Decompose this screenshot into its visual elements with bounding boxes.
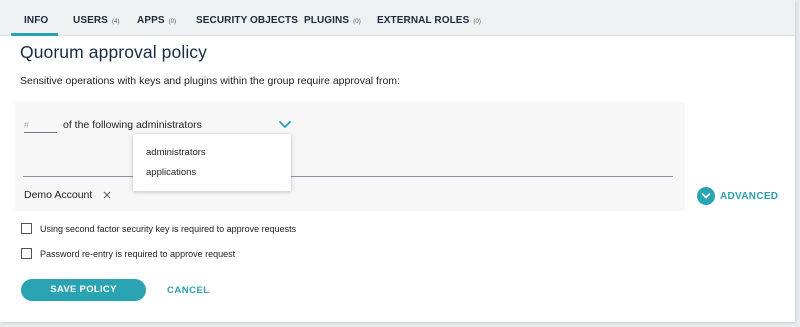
password-reentry-label: Password re-entry is required to approve… (40, 248, 236, 259)
save-policy-button[interactable]: SAVE POLICY (21, 279, 146, 301)
tab-count: (0) (473, 19, 481, 25)
page-title: Quorum approval policy (20, 42, 208, 62)
dropdown-option-applications[interactable]: applications (146, 167, 196, 178)
tab-label: SECURITY OBJECTS (196, 15, 298, 26)
dropdown-option-administrators[interactable]: administrators (146, 147, 206, 158)
tab-label: INFO (24, 15, 49, 26)
tab-apps[interactable]: APPS (0) (137, 0, 176, 36)
tab-label: EXTERNAL ROLES (377, 15, 470, 26)
tab-label: APPS (137, 15, 165, 26)
second-factor-label: Using second factor security key is requ… (40, 223, 297, 234)
second-factor-option: Using second factor security key is requ… (21, 223, 296, 234)
chip-label: Demo Account (24, 189, 93, 201)
approval-count-input[interactable] (24, 119, 57, 133)
of-administrators-label: of the following administrators (63, 119, 202, 131)
administrators-dropdown: administrators applications (133, 134, 291, 191)
password-reentry-option: Password re-entry is required to approve… (21, 248, 235, 259)
cancel-button[interactable]: CANCEL (167, 285, 210, 296)
active-tab-indicator (11, 33, 58, 36)
chevron-down-icon[interactable] (278, 119, 292, 131)
tab-bar: INFO USERS (4) APPS (0) SECURITY OBJECTS P… (0, 0, 795, 36)
tab-label: USERS (73, 15, 108, 26)
tab-count: (0) (168, 19, 177, 25)
tab-label: PLUGINS (304, 15, 350, 26)
select-underline (23, 176, 673, 177)
page-subtitle: Sensitive operations with keys and plugi… (20, 75, 400, 87)
tab-external-roles[interactable]: EXTERNAL ROLES (0) (377, 0, 481, 36)
group-panel: INFO USERS (4) APPS (0) SECURITY OBJECTS P… (0, 0, 795, 322)
advanced-toggle[interactable]: ADVANCED (697, 187, 778, 205)
selected-chip: Demo Account (24, 186, 112, 204)
second-factor-checkbox[interactable] (21, 223, 32, 234)
tab-info[interactable]: INFO (24, 0, 48, 36)
close-icon[interactable] (102, 190, 112, 200)
tab-users[interactable]: USERS (4) (73, 0, 120, 36)
chevron-down-icon (697, 187, 715, 205)
tab-plugins[interactable]: PLUGINS (0) (304, 0, 361, 36)
tab-count: (0) (353, 19, 361, 25)
tab-count: (4) (111, 19, 120, 25)
tab-security-objects[interactable]: SECURITY OBJECTS (196, 0, 298, 36)
password-reentry-checkbox[interactable] (21, 248, 32, 259)
advanced-label: ADVANCED (720, 190, 779, 202)
